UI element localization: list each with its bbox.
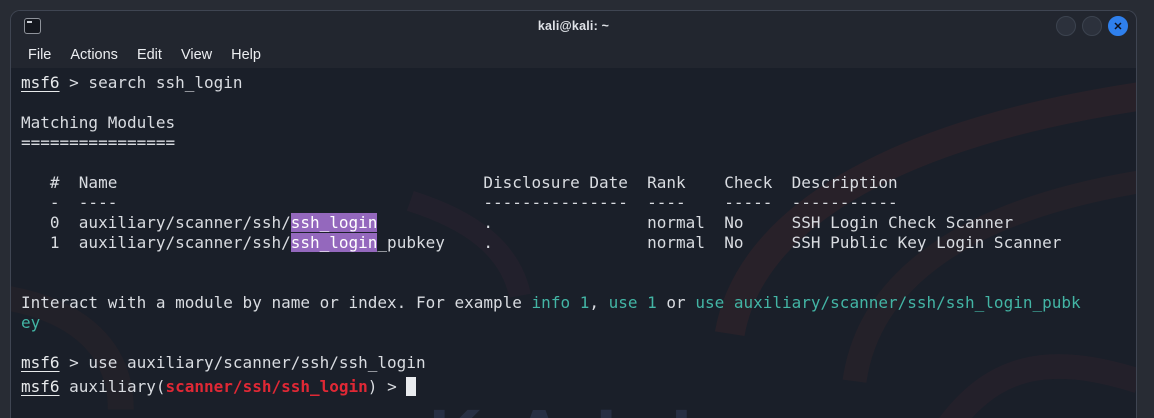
close-icon: ✕ xyxy=(1113,20,1123,33)
minimize-button[interactable] xyxy=(1056,16,1076,36)
terminal-text: ssh_login xyxy=(290,233,378,252)
close-button[interactable]: ✕ xyxy=(1108,16,1128,36)
kali-wallpaper-text: KALI xyxy=(429,393,722,418)
menu-item-help[interactable]: Help xyxy=(231,47,261,63)
terminal-line: ey xyxy=(21,313,1136,333)
terminal-text: ssh_login xyxy=(290,213,378,232)
terminal-text: . normal No SSH Login Check Scanner xyxy=(377,213,1014,232)
terminal-text: _pubkey xyxy=(377,233,445,252)
terminal-cursor xyxy=(406,377,417,396)
terminal-line: msf6 > search ssh_login xyxy=(21,73,1136,93)
maximize-button[interactable] xyxy=(1082,16,1102,36)
terminal-text: msf6 xyxy=(21,73,60,92)
terminal-line: # Name Disclosure Date Rank Check Descri… xyxy=(21,173,1136,193)
desktop: { "desktop": { "brand_text": "KALI" }, "… xyxy=(0,0,1154,418)
terminal-text: , xyxy=(589,293,609,312)
terminal-text: # Name Disclosure Date Rank Check Descri… xyxy=(21,173,898,192)
terminal-text: ey xyxy=(21,313,41,332)
terminal-text: Interact with a module by name or index.… xyxy=(21,293,532,312)
menu-item-view[interactable]: View xyxy=(181,47,212,63)
terminal-text: ) > xyxy=(367,377,407,396)
terminal-line: Matching Modules xyxy=(21,113,1136,133)
terminal-line: 0 auxiliary/scanner/ssh/ssh_login . norm… xyxy=(21,213,1136,233)
terminal-text: info 1 xyxy=(531,293,590,312)
terminal-text: 0 auxiliary/scanner/ssh/ xyxy=(21,213,291,232)
titlebar[interactable]: kali@kali: ~ ✕ xyxy=(11,11,1136,41)
terminal-text: > search ssh_login xyxy=(59,73,243,92)
terminal-text: msf6 xyxy=(21,353,60,372)
menu-item-file[interactable]: File xyxy=(28,47,51,63)
terminal-text: scanner/ssh/ssh_login xyxy=(165,377,368,396)
menubar: File Actions Edit View Help xyxy=(11,41,1136,68)
terminal-text: > use auxiliary/scanner/ssh/ssh_login xyxy=(59,353,426,372)
terminal-text: use 1 xyxy=(608,293,657,312)
terminal-line: ================ xyxy=(21,133,1136,153)
terminal-line: msf6 auxiliary(scanner/ssh/ssh_login) > xyxy=(21,373,1136,396)
terminal-text: - ---- --------------- ---- ----- ------… xyxy=(21,193,898,212)
terminal-text: Matching Modules xyxy=(21,113,176,132)
terminal-line: - ---- --------------- ---- ----- ------… xyxy=(21,193,1136,213)
terminal-text: ================ xyxy=(21,133,176,152)
terminal-window: kali@kali: ~ ✕ File Actions Edit View He… xyxy=(10,10,1137,418)
terminal-line: 1 auxiliary/scanner/ssh/ssh_login_pubkey… xyxy=(21,233,1136,253)
terminal-text: 1 auxiliary/scanner/ssh/ xyxy=(21,233,291,252)
terminal-screen[interactable]: KALI msf6 > search ssh_login Matching Mod… xyxy=(11,68,1136,418)
window-title: kali@kali: ~ xyxy=(537,19,610,33)
menu-item-actions[interactable]: Actions xyxy=(70,47,118,63)
terminal-line: Interact with a module by name or index.… xyxy=(21,293,1136,313)
terminal-line: msf6 > use auxiliary/scanner/ssh/ssh_log… xyxy=(21,353,1136,373)
terminal-text: or xyxy=(656,293,696,312)
terminal-output: msf6 > search ssh_login Matching Modules =… xyxy=(21,73,1136,396)
window-controls: ✕ xyxy=(1056,16,1128,36)
terminal-text: msf6 xyxy=(21,377,60,396)
terminal-text: . normal No SSH Public Key Login Scanner xyxy=(444,233,1062,252)
menu-item-edit[interactable]: Edit xyxy=(137,47,162,63)
terminal-text: use auxiliary/scanner/ssh/ssh_login_pubk xyxy=(695,293,1081,312)
terminal-icon xyxy=(24,18,41,34)
terminal-text: auxiliary( xyxy=(59,377,166,396)
